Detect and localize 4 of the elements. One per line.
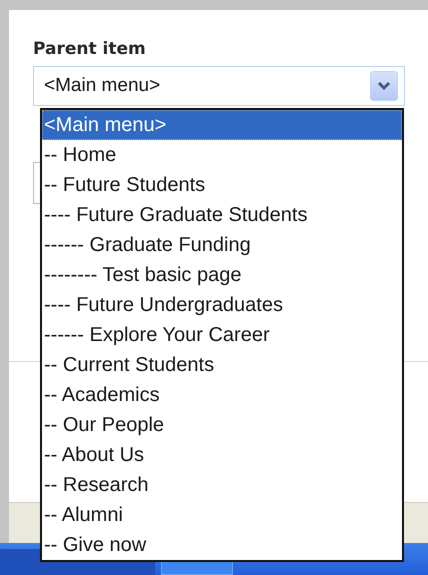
- dropdown-option[interactable]: <Main menu>: [42, 110, 402, 140]
- chevron-down-icon[interactable]: [370, 71, 398, 101]
- field-label: Parent item: [33, 38, 147, 60]
- dropdown-select[interactable]: <Main menu>: [33, 66, 405, 106]
